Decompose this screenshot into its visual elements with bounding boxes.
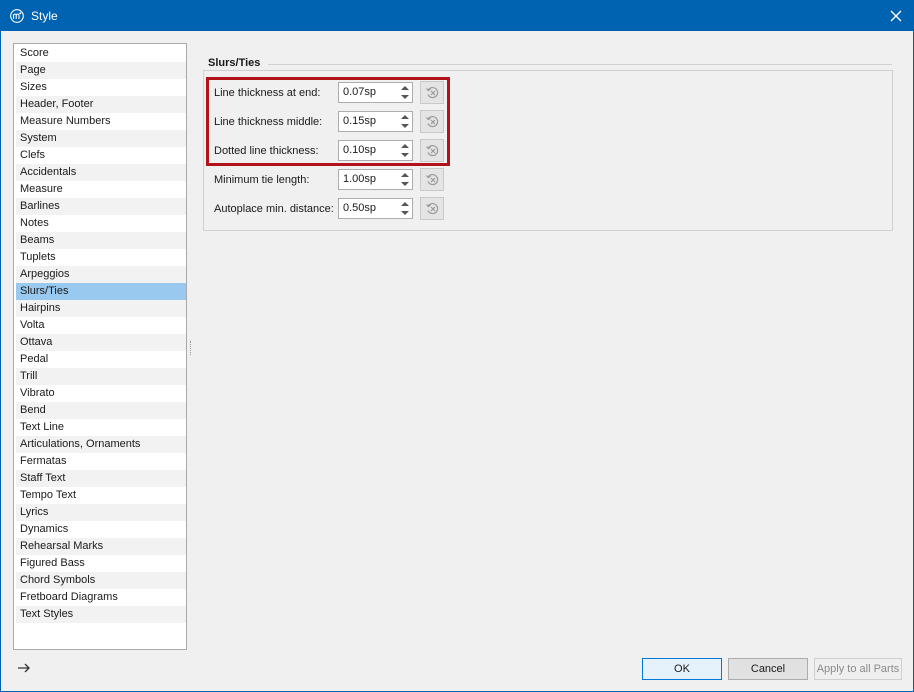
apply-to-all-parts-button[interactable]: Apply to all Parts (814, 658, 902, 680)
section-divider (268, 64, 892, 65)
spin-up-icon[interactable] (399, 171, 411, 179)
sidebar-item[interactable]: Staff Text (16, 470, 186, 487)
sidebar-item[interactable]: Pedal (16, 351, 186, 368)
sidebar-item[interactable]: Accidentals (16, 164, 186, 181)
title-bar[interactable]: Style (1, 1, 913, 31)
sidebar-item[interactable]: Rehearsal Marks (16, 538, 186, 555)
spin-up-icon[interactable] (399, 200, 411, 208)
close-icon (890, 10, 902, 22)
sidebar-item[interactable]: Tempo Text (16, 487, 186, 504)
sidebar-item[interactable]: Page (16, 62, 186, 79)
sidebar-item[interactable]: Lyrics (16, 504, 186, 521)
reset-to-default-button[interactable] (420, 168, 444, 191)
sidebar-item[interactable]: Beams (16, 232, 186, 249)
sidebar-item[interactable]: Text Line (16, 419, 186, 436)
sidebar-item[interactable]: Chord Symbols (16, 572, 186, 589)
value-spinbox[interactable]: 1.00sp (338, 169, 413, 190)
sidebar-item[interactable]: Header, Footer (16, 96, 186, 113)
sidebar-item[interactable]: Clefs (16, 147, 186, 164)
sidebar-item[interactable]: Figured Bass (16, 555, 186, 572)
window-title: Style (31, 9, 58, 23)
splitter-handle[interactable] (190, 341, 193, 355)
ok-button[interactable]: OK (642, 658, 722, 680)
field-label: Minimum tie length: (214, 174, 310, 186)
sidebar-item[interactable]: Fermatas (16, 453, 186, 470)
sidebar-item[interactable]: Trill (16, 368, 186, 385)
spin-arrows (399, 200, 411, 217)
close-button[interactable] (879, 1, 913, 31)
highlight-box (206, 77, 450, 166)
sidebar-item[interactable]: Notes (16, 215, 186, 232)
sidebar-item[interactable]: System (16, 130, 186, 147)
cancel-button[interactable]: Cancel (728, 658, 808, 680)
sidebar-item[interactable]: Hairpins (16, 300, 186, 317)
spinbox-value[interactable]: 1.00sp (343, 173, 376, 185)
musescore-logo-icon (10, 9, 24, 23)
style-dialog: Style Score Page Sizes Header, Footer Measur… (0, 0, 914, 692)
style-category-list[interactable]: Score Page Sizes Header, Footer Measure Numb… (13, 43, 187, 650)
sidebar-item[interactable]: Volta (16, 317, 186, 334)
sidebar-item[interactable]: Measure (16, 181, 186, 198)
spin-down-icon[interactable] (399, 209, 411, 217)
sidebar-item[interactable]: Fretboard Diagrams (16, 589, 186, 606)
sidebar-item[interactable]: Tuplets (16, 249, 186, 266)
sidebar-item[interactable]: Dynamics (16, 521, 186, 538)
sidebar-item[interactable]: Score (16, 45, 186, 62)
sidebar-item[interactable]: Articulations, Ornaments (16, 436, 186, 453)
sidebar-item[interactable]: Measure Numbers (16, 113, 186, 130)
sidebar-item[interactable]: Bend (16, 402, 186, 419)
field-label: Autoplace min. distance: (214, 203, 334, 215)
sidebar-item[interactable]: Text Styles (16, 606, 186, 623)
value-spinbox[interactable]: 0.50sp (338, 198, 413, 219)
sidebar-item[interactable]: Arpeggios (16, 266, 186, 283)
sidebar-item[interactable]: Ottava (16, 334, 186, 351)
section-title: Slurs/Ties (208, 57, 261, 69)
reset-icon (426, 202, 439, 215)
spin-arrows (399, 171, 411, 188)
reset-icon (426, 173, 439, 186)
sidebar-item[interactable]: Sizes (16, 79, 186, 96)
spinbox-value[interactable]: 0.50sp (343, 202, 376, 214)
reset-to-default-button[interactable] (420, 197, 444, 220)
sidebar-item[interactable]: Slurs/Ties (16, 283, 186, 300)
spin-down-icon[interactable] (399, 180, 411, 188)
sidebar-item[interactable]: Barlines (16, 198, 186, 215)
sidebar-item[interactable]: Vibrato (16, 385, 186, 402)
arrow-right-icon[interactable] (16, 660, 32, 676)
